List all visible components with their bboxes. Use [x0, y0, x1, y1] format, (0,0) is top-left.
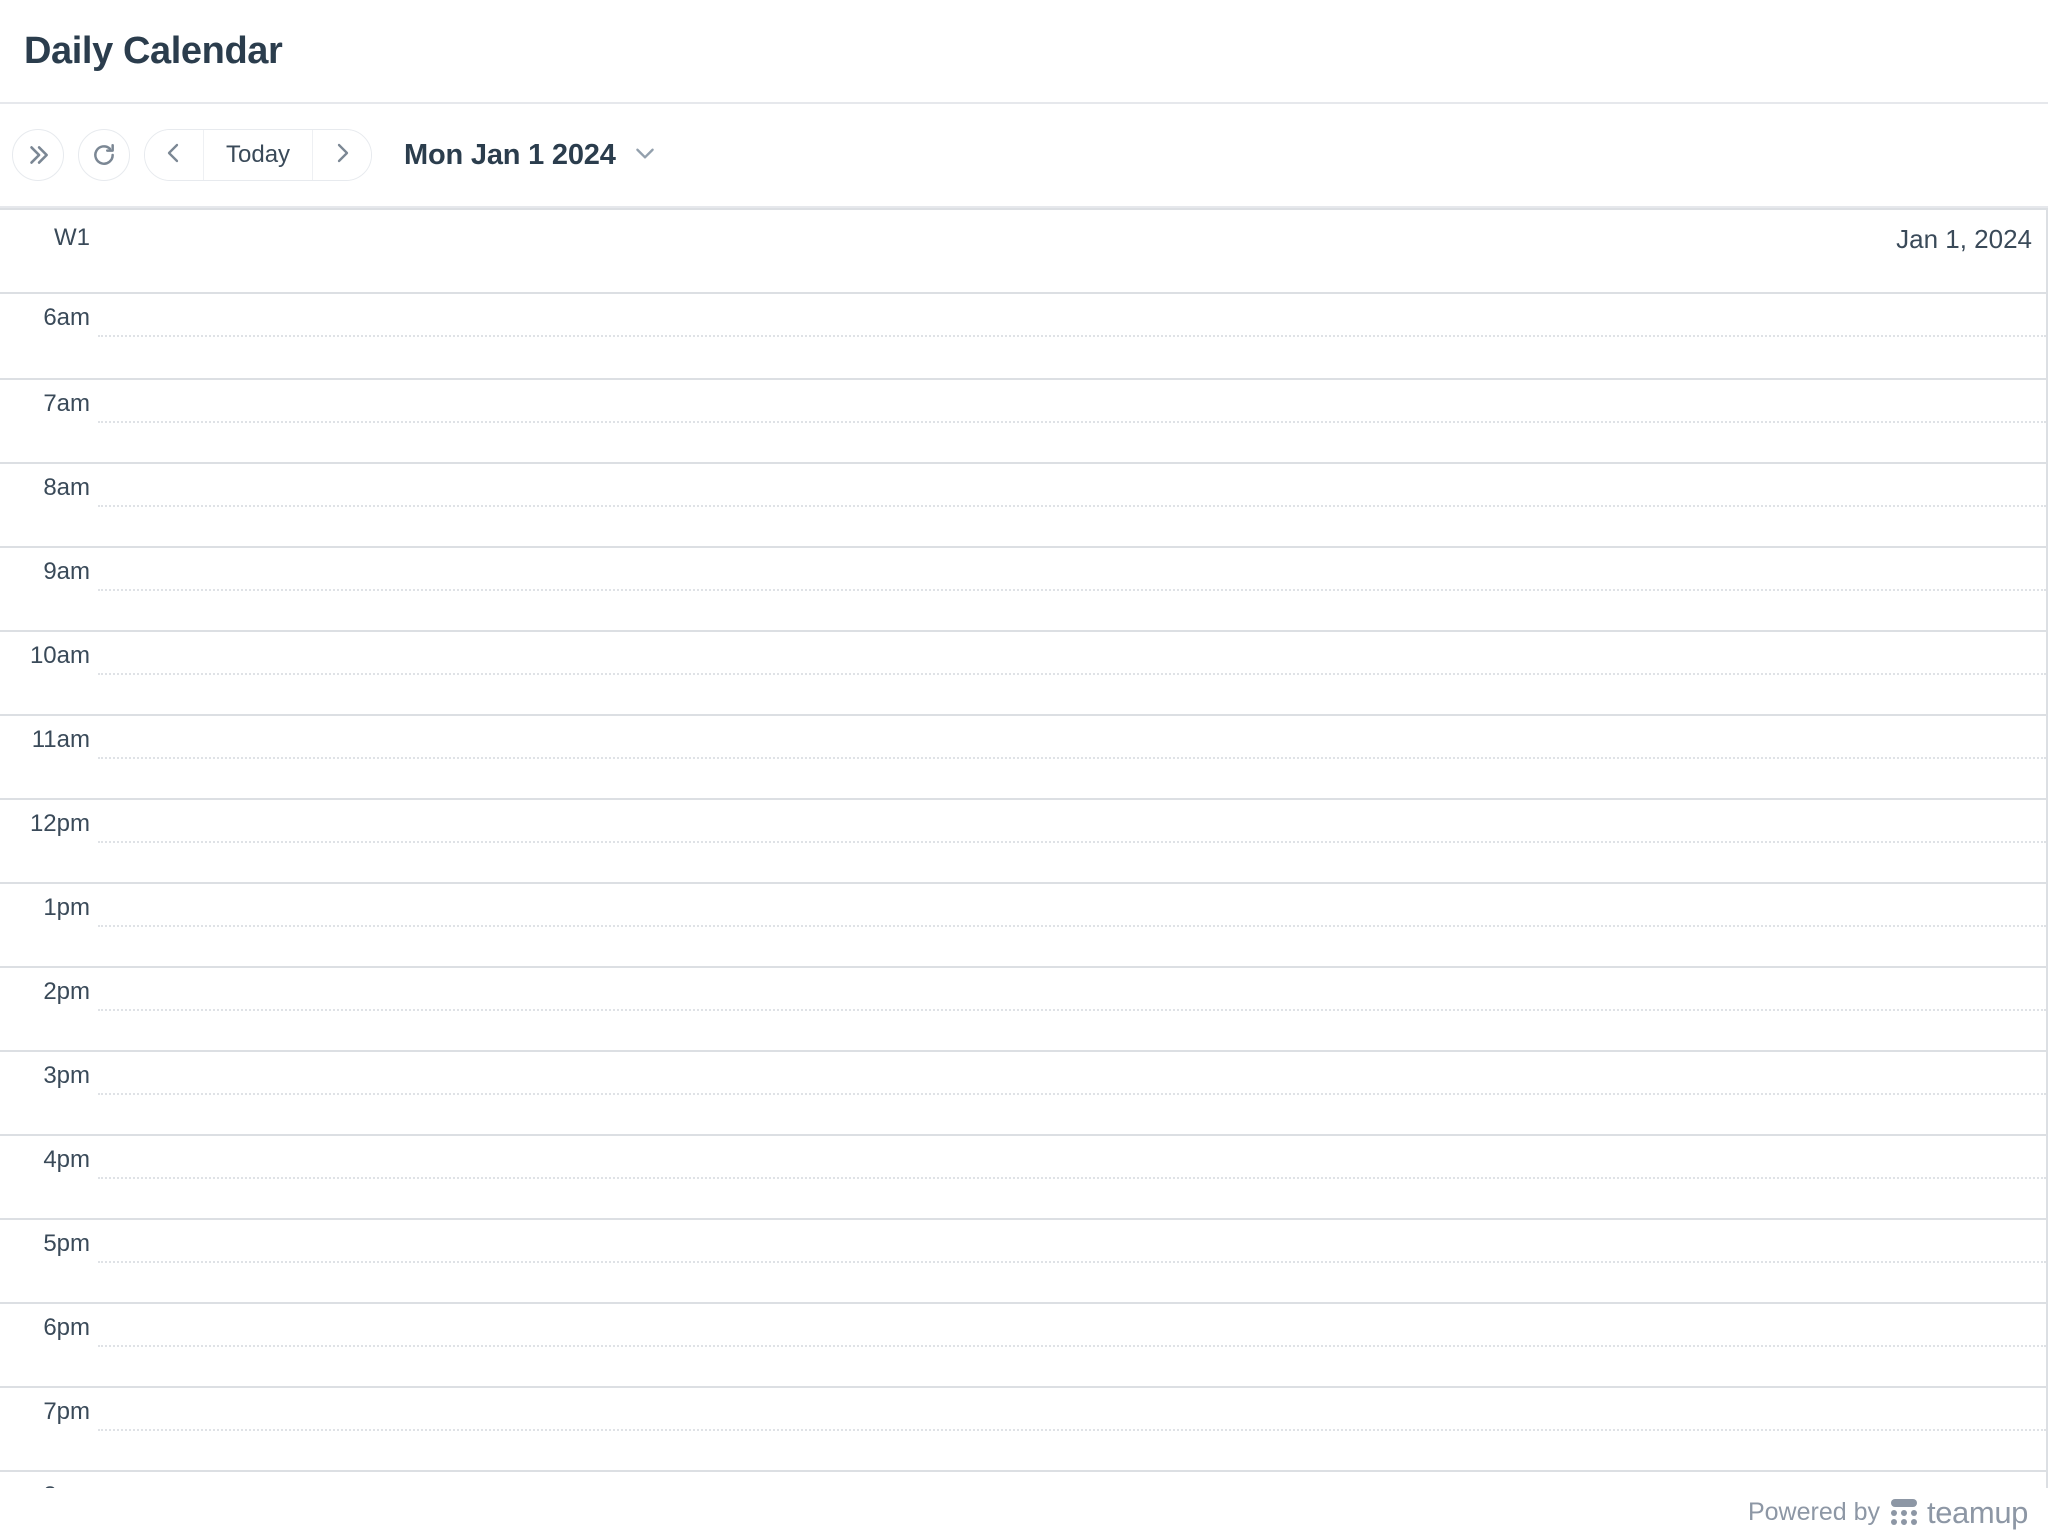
hour-label: 10am: [29, 642, 90, 669]
hour-label: 11am: [31, 726, 90, 753]
hour-rows-container: 6am 7am 8am 9am 10am 11am 12pm 1pm 2pm 3pm 4pm 5pm 6…: [0, 294, 2046, 1488]
hour-row: 5pm: [0, 1218, 2046, 1302]
hour-row: 7pm: [0, 1386, 2046, 1470]
date-navigation-group: Today: [144, 129, 373, 181]
hour-slot[interactable]: [96, 380, 2046, 462]
teamup-dots-icon: [1891, 1499, 1919, 1525]
hour-label: 4pm: [43, 1146, 90, 1173]
calendar-scroll-area[interactable]: W1 Jan 1, 2024 6am 7am 8am 9am 10am 11am 12pm 1…: [0, 208, 2048, 1488]
hour-slot[interactable]: [96, 1220, 2046, 1302]
hour-label: 7pm: [43, 1398, 90, 1425]
hour-slot[interactable]: [96, 884, 2046, 966]
today-button[interactable]: Today: [203, 130, 314, 180]
hour-row: 2pm: [0, 966, 2046, 1050]
hour-slot[interactable]: [96, 1388, 2046, 1470]
hour-slot[interactable]: [96, 800, 2046, 882]
calendar-app: Daily Calendar Today Mon Jan 1 2024 W1 J…: [0, 0, 2048, 1536]
hour-label: 9am: [43, 558, 90, 585]
hour-row: 6am: [0, 294, 2046, 378]
hour-label: 2pm: [43, 978, 90, 1005]
teamup-logo: teamup: [1891, 1497, 2028, 1528]
hour-slot[interactable]: [96, 716, 2046, 798]
double-chevron-right-icon: [25, 142, 51, 168]
next-day-button[interactable]: [313, 130, 372, 180]
hour-row: 10am: [0, 630, 2046, 714]
hour-slot[interactable]: [96, 1304, 2046, 1386]
hour-row: 6pm: [0, 1302, 2046, 1386]
current-date-label: Mon Jan 1 2024: [404, 138, 616, 171]
hour-label: 3pm: [43, 1062, 90, 1089]
chevron-left-icon: [162, 141, 186, 170]
chevron-right-icon: [330, 141, 354, 170]
powered-by-label: Powered by: [1747, 1497, 1880, 1526]
hour-label: 8am: [43, 474, 90, 501]
hour-row: 9am: [0, 546, 2046, 630]
hour-label: 12pm: [29, 810, 90, 837]
teamup-wordmark: teamup: [1927, 1494, 2028, 1530]
hour-row: 11am: [0, 714, 2046, 798]
hour-label: 8pm: [0, 1472, 96, 1489]
calendar-toolbar: Today Mon Jan 1 2024: [0, 104, 2048, 208]
hour-row: 1pm: [0, 882, 2046, 966]
hour-label: 7am: [43, 390, 90, 417]
page-title: Daily Calendar: [24, 30, 283, 72]
hour-row: 4pm: [0, 1134, 2046, 1218]
chevron-down-icon[interactable]: [632, 140, 658, 171]
hour-row: 3pm: [0, 1050, 2046, 1134]
hour-slot[interactable]: [96, 1136, 2046, 1218]
footer-bar: Powered by teamup: [0, 1488, 2048, 1536]
hour-slot[interactable]: [96, 1052, 2046, 1134]
hour-slot[interactable]: [96, 968, 2046, 1050]
refresh-icon: [91, 142, 117, 168]
hour-slot[interactable]: [96, 1472, 2046, 1488]
title-bar: Daily Calendar: [0, 0, 2048, 104]
hour-label: 1pm: [43, 894, 90, 921]
previous-day-button[interactable]: [145, 130, 203, 180]
calendar-grid: W1 Jan 1, 2024 6am 7am 8am 9am 10am 11am 12pm 1…: [0, 208, 2048, 1488]
hour-slot[interactable]: [96, 294, 2046, 378]
hour-label: 6am: [43, 304, 90, 331]
refresh-button[interactable]: [78, 129, 130, 181]
day-header-row: W1 Jan 1, 2024: [0, 208, 2046, 294]
hour-slot[interactable]: [96, 464, 2046, 546]
hour-slot[interactable]: [96, 548, 2046, 630]
day-column-header[interactable]: Jan 1, 2024: [96, 210, 2046, 255]
hour-row: 7am: [0, 378, 2046, 462]
week-number-label: W1: [54, 224, 90, 251]
hour-row: 12pm: [0, 798, 2046, 882]
expand-sidebar-button[interactable]: [12, 129, 64, 181]
hour-row: 8am: [0, 462, 2046, 546]
hour-row: 8pm: [0, 1470, 2046, 1488]
powered-by-teamup[interactable]: Powered by teamup: [1748, 1497, 2028, 1528]
date-picker-trigger[interactable]: Mon Jan 1 2024: [404, 139, 658, 172]
hour-label: 6pm: [43, 1314, 90, 1341]
hour-label: 5pm: [43, 1230, 90, 1257]
hour-slot[interactable]: [96, 632, 2046, 714]
